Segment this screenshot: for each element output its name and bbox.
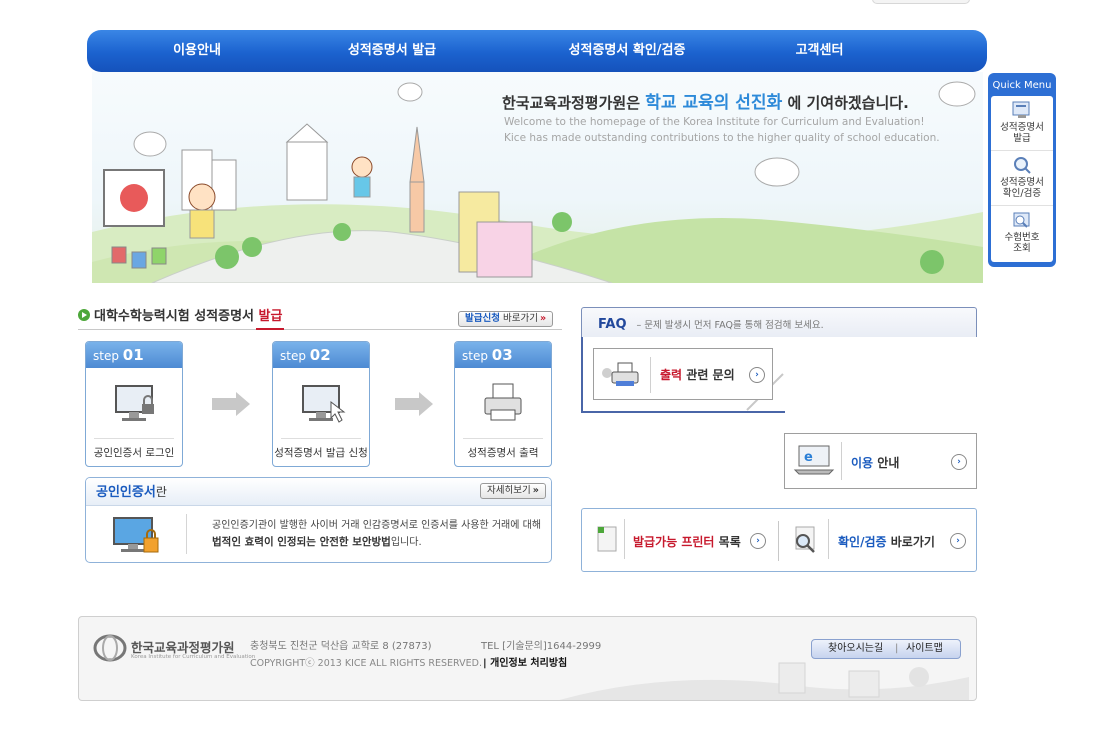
directions-link[interactable]: 찾아오시는길 bbox=[828, 640, 883, 658]
chevron-right-icon: › bbox=[951, 454, 967, 470]
top-search-pill[interactable] bbox=[872, 0, 970, 4]
main-nav: 이용안내 성적증명서 발급 성적증명서 확인/검증 고객센터 bbox=[87, 30, 987, 72]
footer-copyright: COPYRIGHTⓒ 2013 KICE ALL RIGHTS RESERVED… bbox=[250, 658, 482, 669]
step-arrow-icon bbox=[212, 392, 250, 416]
issue-section-divider-accent bbox=[256, 328, 284, 330]
faq-print-card[interactable]: 출력 관련 문의 › bbox=[593, 348, 773, 400]
monitor-click-icon bbox=[302, 385, 346, 423]
certificate-icon bbox=[1012, 101, 1030, 118]
printer-list-link[interactable]: 발급가능 프린터 목록 › bbox=[586, 513, 776, 567]
svg-text:e: e bbox=[804, 450, 813, 465]
footer-address: 충청북도 진천군 덕산읍 교학로 8 (27873) bbox=[250, 641, 432, 652]
magnifier-icon bbox=[1014, 157, 1031, 174]
printer-icon bbox=[484, 383, 522, 421]
quick-item-exam-number[interactable]: 수험번호 조회 bbox=[991, 206, 1053, 261]
quick-item-issue[interactable]: 성적증명서 발급 bbox=[991, 96, 1053, 151]
hero-banner: 한국교육과정평가원은 학교 교육의 선진화 에 기여하겠습니다. Welcome… bbox=[92, 72, 983, 283]
issue-section-divider bbox=[78, 329, 562, 330]
printer-icon bbox=[602, 362, 639, 386]
bottom-links-box: 발급가능 프린터 목록 › 확인/검증 바로가기 › bbox=[581, 508, 977, 572]
nav-item-verify[interactable]: 성적증명서 확인/검증 bbox=[527, 30, 727, 72]
document-icon bbox=[597, 526, 617, 552]
footer-buttons: 찾아오시는길 | 사이트맵 bbox=[811, 639, 961, 659]
step-1-label: 공인인증서 로그인 bbox=[93, 447, 175, 459]
footer: 한국교육과정평가원 Korea Institute for Curriculum… bbox=[78, 616, 977, 701]
laptop-ie-icon: e bbox=[793, 445, 835, 475]
nav-item-issue[interactable]: 성적증명서 발급 bbox=[307, 30, 477, 72]
issue-section-title: 대학수학능력시험 성적증명서 발급 bbox=[78, 305, 282, 324]
chevron-right-icon: › bbox=[749, 367, 765, 383]
magnifier-icon bbox=[795, 526, 815, 553]
step-3-card: step 03 성적증명서 출력 bbox=[454, 341, 552, 467]
quick-item-verify[interactable]: 성적증명서 확인/검증 bbox=[991, 151, 1053, 206]
quick-menu: Quick Menu 성적증명서 발급 성적증명서 확인/검증 수험번호 조회 bbox=[988, 73, 1056, 267]
chevron-right-icon: › bbox=[950, 533, 966, 549]
kice-logo-icon bbox=[93, 634, 127, 662]
verify-shortcut-link[interactable]: 확인/검증 바로가기 › bbox=[782, 513, 974, 567]
step-arrow-icon bbox=[395, 392, 433, 416]
cert-info-text: 공인인증기관이 발행한 사이버 거래 인감증명서로 인증서를 사용한 거래에 대… bbox=[212, 520, 542, 548]
nav-item-usage[interactable]: 이용안내 bbox=[132, 30, 262, 72]
step-2-card: step 02 성적증명서 발급 신청 bbox=[272, 341, 370, 467]
footer-logo-en: Korea Institute for Curriculum and Evalu… bbox=[131, 654, 256, 660]
faq-usage-card[interactable]: e 이용 안내 › bbox=[784, 433, 977, 489]
monitor-lock-icon bbox=[113, 517, 159, 553]
hero-title: 한국교육과정평가원은 학교 교육의 선진화 에 기여하겠습니다. bbox=[502, 93, 909, 113]
faq-header: FAQ – 문제 발생시 먼저 FAQ를 통해 점검해 보세요. bbox=[581, 307, 977, 337]
step-1-card: step 01 공인인증서 로그인 bbox=[85, 341, 183, 467]
nav-item-support[interactable]: 고객센터 bbox=[767, 30, 872, 72]
search-document-icon bbox=[1013, 212, 1030, 228]
quick-menu-title: Quick Menu bbox=[992, 80, 1052, 91]
chevron-right-icon: › bbox=[750, 533, 766, 549]
step-2-label: 성적증명서 발급 신청 bbox=[274, 447, 368, 459]
hero-subtitle-2: Kice has made outstanding contributions … bbox=[504, 132, 940, 144]
sitemap-link[interactable]: 사이트맵 bbox=[906, 640, 943, 658]
monitor-lock-icon bbox=[115, 385, 154, 421]
step-3-label: 성적증명서 출력 bbox=[467, 447, 539, 459]
apply-shortcut-button[interactable]: 발급신청 바로가기» bbox=[458, 311, 554, 327]
cert-more-button[interactable]: 자세히보기» bbox=[480, 483, 546, 499]
bullet-play-icon bbox=[78, 309, 90, 321]
hero-subtitle-1: Welcome to the homepage of the Korea Ins… bbox=[504, 116, 925, 128]
